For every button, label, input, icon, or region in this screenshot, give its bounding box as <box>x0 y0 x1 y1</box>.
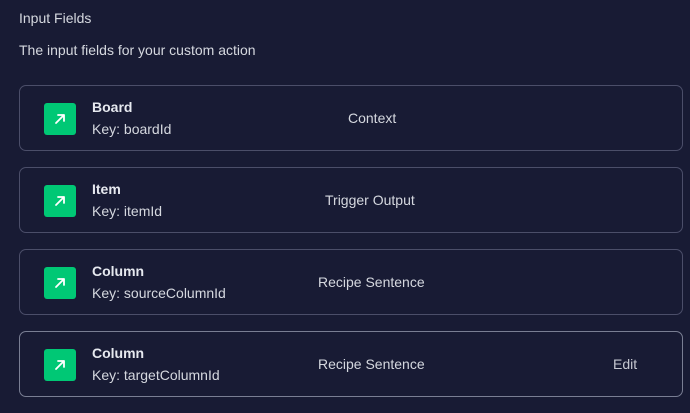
field-key: Key: sourceColumnId <box>92 285 226 301</box>
arrow-up-right-icon <box>44 349 76 381</box>
field-source: Trigger Output <box>325 192 415 208</box>
field-source: Recipe Sentence <box>318 274 425 290</box>
section-title: Input Fields <box>19 10 92 26</box>
input-field-card-item[interactable]: Item Key: itemId Trigger Output <box>19 167 683 233</box>
field-name: Column <box>92 263 145 279</box>
arrow-up-right-icon <box>44 103 76 135</box>
input-field-card-target-column[interactable]: Column Key: targetColumnId Recipe Senten… <box>19 331 683 397</box>
input-field-card-source-column[interactable]: Column Key: sourceColumnId Recipe Senten… <box>19 249 683 315</box>
input-field-card-board[interactable]: Board Key: boardId Context <box>19 85 683 151</box>
field-key: Key: itemId <box>92 203 163 219</box>
input-field-list: Board Key: boardId Context Item Key: ite… <box>19 85 683 413</box>
arrow-up-right-icon <box>44 267 76 299</box>
field-name: Column <box>92 345 145 361</box>
field-name: Board <box>92 99 133 115</box>
edit-button[interactable]: Edit <box>613 356 637 372</box>
arrow-up-right-icon <box>44 185 76 217</box>
section-description: The input fields for your custom action <box>19 42 256 58</box>
field-key: Key: targetColumnId <box>92 367 220 383</box>
field-source: Context <box>348 110 397 126</box>
field-name: Item <box>92 181 121 197</box>
field-source: Recipe Sentence <box>318 356 425 372</box>
field-key: Key: boardId <box>92 121 172 137</box>
